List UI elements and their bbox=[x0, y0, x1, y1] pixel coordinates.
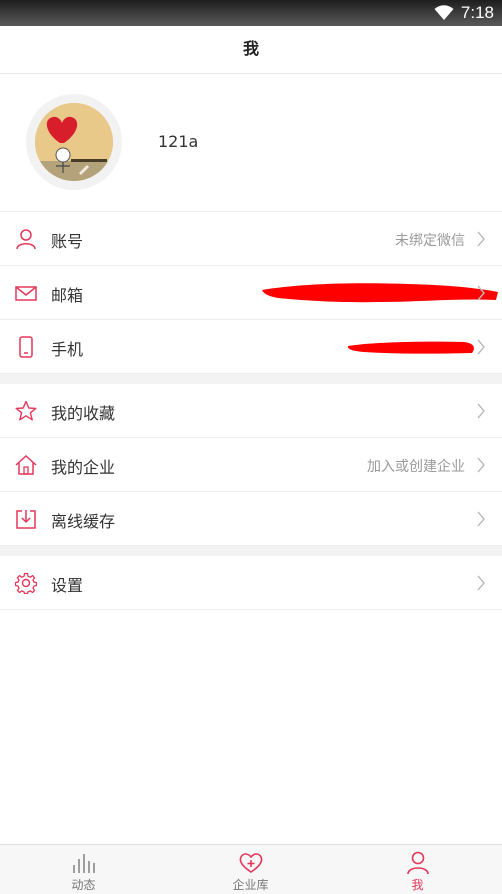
email-label: 邮箱 bbox=[51, 286, 84, 305]
chevron-right-icon bbox=[476, 339, 486, 355]
section-divider bbox=[0, 546, 502, 556]
gear-icon bbox=[15, 572, 37, 594]
status-bar: 7:18 bbox=[0, 0, 502, 26]
favorites-label: 我的收藏 bbox=[51, 404, 116, 423]
phone-icon bbox=[15, 336, 37, 358]
chevron-right-icon bbox=[476, 231, 486, 247]
settings-label: 设置 bbox=[51, 576, 84, 595]
account-row[interactable]: 账号 未绑定微信 bbox=[0, 212, 502, 266]
person-icon bbox=[405, 851, 431, 875]
email-redaction bbox=[262, 283, 498, 303]
mail-icon bbox=[15, 282, 37, 304]
avatar[interactable] bbox=[26, 94, 122, 190]
account-value: 未绑定微信 bbox=[395, 233, 465, 249]
bottom-tab-bar: 动态 企业库 我 bbox=[0, 844, 502, 894]
offline-cache-label: 离线缓存 bbox=[51, 512, 116, 531]
my-company-row[interactable]: 我的企业 加入或创建企业 bbox=[0, 438, 502, 492]
tab-me-label: 我 bbox=[411, 878, 424, 892]
phone-label: 手机 bbox=[51, 340, 84, 359]
chevron-right-icon bbox=[476, 403, 486, 419]
phone-redaction bbox=[347, 341, 474, 354]
username: 121a bbox=[158, 132, 199, 151]
person-icon bbox=[15, 228, 37, 250]
tab-company-library[interactable]: 企业库 bbox=[167, 845, 334, 894]
bar-chart-icon bbox=[71, 851, 97, 875]
heart-plus-icon bbox=[238, 851, 264, 875]
status-time: 7:18 bbox=[460, 3, 494, 22]
email-row[interactable]: 邮箱 bbox=[0, 266, 502, 320]
account-label: 账号 bbox=[51, 232, 84, 251]
page-title: 我 bbox=[0, 26, 502, 74]
my-company-label: 我的企业 bbox=[51, 458, 116, 477]
avatar-image bbox=[35, 103, 113, 181]
profile-card[interactable]: 121a bbox=[0, 74, 502, 212]
my-company-value: 加入或创建企业 bbox=[367, 459, 465, 475]
wifi-icon bbox=[434, 5, 454, 21]
chevron-right-icon bbox=[476, 457, 486, 473]
chevron-right-icon bbox=[476, 285, 486, 301]
offline-cache-row[interactable]: 离线缓存 bbox=[0, 492, 502, 546]
star-icon bbox=[15, 400, 37, 422]
tab-company-library-label: 企业库 bbox=[232, 878, 269, 892]
download-icon bbox=[15, 508, 37, 530]
tab-feed-label: 动态 bbox=[71, 878, 96, 892]
phone-row[interactable]: 手机 bbox=[0, 320, 502, 374]
favorites-row[interactable]: 我的收藏 bbox=[0, 384, 502, 438]
chevron-right-icon bbox=[476, 511, 486, 527]
tab-feed[interactable]: 动态 bbox=[0, 845, 167, 894]
tab-me[interactable]: 我 bbox=[334, 845, 501, 894]
chevron-right-icon bbox=[476, 575, 486, 591]
section-divider bbox=[0, 374, 502, 384]
settings-row[interactable]: 设置 bbox=[0, 556, 502, 610]
home-icon bbox=[15, 454, 37, 476]
